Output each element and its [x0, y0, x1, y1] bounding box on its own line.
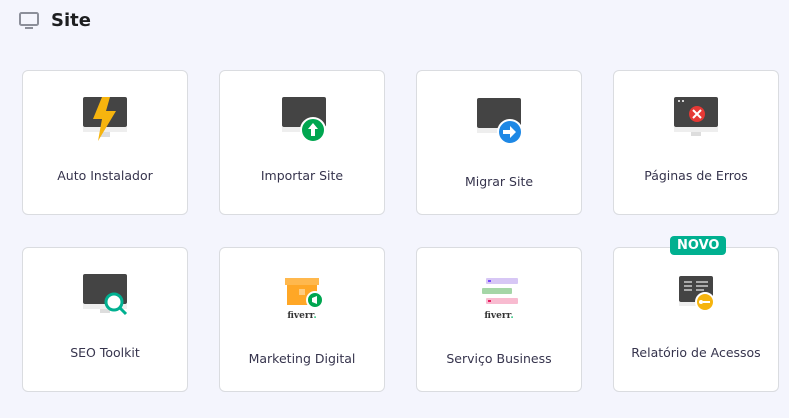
card-label: Importar Site [260, 168, 344, 183]
monitor-search-icon [83, 274, 128, 316]
card-label: SEO Toolkit [70, 345, 140, 360]
section-header: Site [19, 10, 91, 31]
monitor-lightning-icon [83, 97, 127, 141]
card-servico-business[interactable]: fiverr. Serviço Business [416, 247, 582, 392]
card-label: Auto Instalador [57, 168, 153, 183]
monitor-key-icon [679, 276, 715, 312]
monitor-icon [19, 11, 39, 29]
card-label: Migrar Site [464, 174, 534, 189]
card-migrar-site[interactable]: Migrar Site [416, 70, 582, 215]
card-label: Páginas de Erros [644, 168, 748, 183]
monitor-upload-icon [282, 97, 326, 143]
fiverr-logo: fiverr. [287, 311, 316, 321]
fiverr-list-icon: fiverr. [482, 278, 518, 321]
section-title: Site [51, 10, 91, 31]
card-marketing-digital[interactable]: fiverr. Marketing Digital [219, 247, 385, 392]
card-paginas-de-erros[interactable]: Páginas de Erros [613, 70, 779, 215]
card-relatorio-de-acessos[interactable]: NOVO Relatório de Acessos [613, 236, 779, 392]
card-label: Relatório de Acessos [631, 345, 761, 360]
fiverr-store-icon: fiverr. [285, 278, 324, 321]
card-auto-instalador[interactable]: Auto Instalador [22, 70, 188, 215]
card-importar-site[interactable]: Importar Site [219, 70, 385, 215]
monitor-error-icon [674, 97, 718, 136]
monitor-migrate-icon [477, 98, 523, 145]
card-label: Serviço Business [446, 351, 552, 366]
card-label: Marketing Digital [248, 351, 356, 366]
card-seo-toolkit[interactable]: SEO Toolkit [22, 247, 188, 392]
new-badge: NOVO [670, 236, 727, 255]
fiverr-logo: fiverr. [484, 311, 513, 321]
